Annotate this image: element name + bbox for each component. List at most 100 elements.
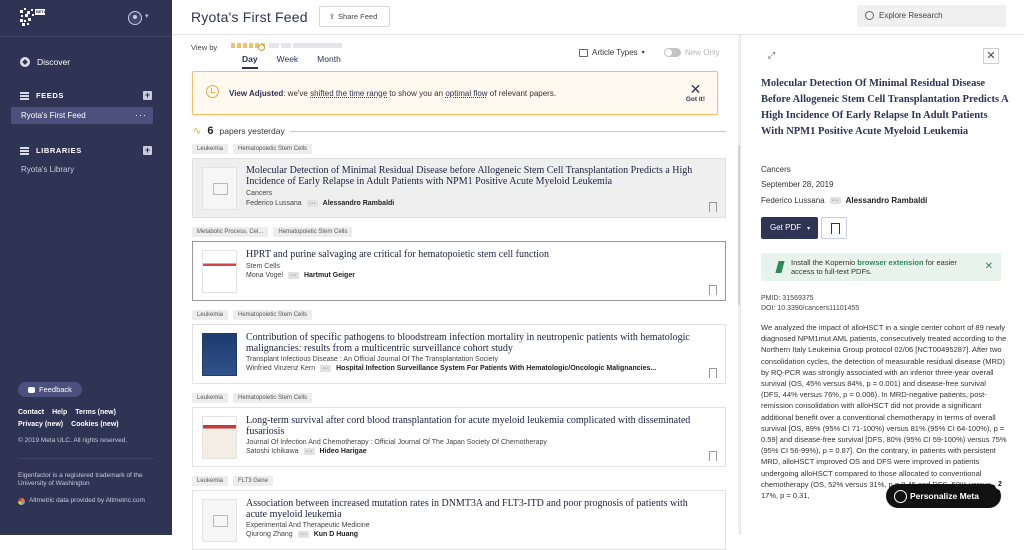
count-label: papers yesterday xyxy=(219,126,285,136)
tag[interactable]: Metabolic Process, Cel... xyxy=(192,227,269,237)
tag[interactable]: FLT3 Gene xyxy=(233,476,273,486)
author-last: Hideo Harigae xyxy=(319,448,367,455)
bookmark-icon[interactable] xyxy=(709,202,717,212)
tag[interactable]: Leukemia xyxy=(192,476,229,486)
paper-card[interactable]: Association between increased mutation r… xyxy=(192,490,726,550)
author-last: Hartmut Geiger xyxy=(303,272,355,279)
paper-title[interactable]: Molecular Detection of Minimal Residual … xyxy=(246,165,711,187)
tag[interactable]: Hematopoietic Stem Cells xyxy=(233,144,313,154)
author-first: Winfried Vinzenz Kern xyxy=(246,365,316,372)
feed-options-icon[interactable]: ··· xyxy=(135,107,147,124)
add-feed-button[interactable]: + xyxy=(143,91,152,100)
add-library-button[interactable]: + xyxy=(143,146,152,155)
view-by-label: View by xyxy=(191,43,218,52)
dismiss-alert-button[interactable]: ✕ Got it! xyxy=(686,82,705,103)
tab-month[interactable]: Month xyxy=(317,54,341,69)
chevron-down-icon: ▾ xyxy=(641,50,645,56)
browser-extension-link[interactable]: browser extension xyxy=(857,258,923,267)
page-title: Ryota's First Feed xyxy=(191,9,308,25)
paper-detail-panel: ⤢ ✕ Molecular Detection Of Minimal Resid… xyxy=(740,35,1024,535)
kopernio-icon xyxy=(775,261,785,273)
close-panel-button[interactable]: ✕ xyxy=(983,48,999,64)
paper-title[interactable]: Association between increased mutation r… xyxy=(246,498,711,520)
bookmark-icon[interactable] xyxy=(709,451,717,461)
alert-link-optimal-flow[interactable]: optimal flow xyxy=(445,89,487,98)
new-only-toggle[interactable] xyxy=(664,48,681,57)
count-number: 6 xyxy=(207,125,214,137)
help-link[interactable]: Help xyxy=(52,409,67,416)
search-input[interactable]: Explore Research xyxy=(857,5,1006,27)
paper-authors: Winfried Vinzenz Kern ··· Hospital Infec… xyxy=(246,365,656,372)
alert-text: : we've xyxy=(283,89,311,98)
article-types-dropdown[interactable]: Article Types ▾ xyxy=(579,48,645,57)
slider-handle[interactable] xyxy=(258,44,265,51)
tag[interactable]: Leukemia xyxy=(192,310,229,320)
more-authors-icon[interactable]: ··· xyxy=(306,200,318,207)
more-authors-icon[interactable]: ··· xyxy=(829,197,841,204)
tag-row: Metabolic Process, Cel... Hematopoietic … xyxy=(192,227,353,237)
tag[interactable]: Leukemia xyxy=(192,393,229,403)
alert-text: of relevant papers. xyxy=(487,89,557,98)
author-last: Alessandro Rambaldi xyxy=(322,200,395,207)
article-types-icon xyxy=(579,48,588,57)
trademark-note: Eigenfactor is a registered trademark of… xyxy=(18,472,143,487)
paper-title[interactable]: Long-term survival after cord blood tran… xyxy=(246,415,711,437)
personalize-meta-button[interactable]: Personalize Meta xyxy=(886,484,1001,508)
tab-week[interactable]: Week xyxy=(277,54,299,69)
tag-row: Leukemia Hematopoietic Stem Cells xyxy=(192,310,313,320)
paper-title[interactable]: Contribution of specific pathogens to bl… xyxy=(246,332,711,354)
share-feed-button[interactable]: ⇪ Share Feed xyxy=(319,6,390,27)
more-authors-icon[interactable]: ··· xyxy=(287,272,299,279)
terms-link[interactable]: Terms (new) xyxy=(75,409,116,416)
nav-discover[interactable]: Discover xyxy=(20,57,70,67)
paper-journal: Stem Cells xyxy=(246,263,280,270)
author-first: Satoshi Ichikawa xyxy=(246,448,299,455)
share-label: Share Feed xyxy=(338,12,378,21)
privacy-link[interactable]: Privacy (new) xyxy=(18,421,63,428)
paper-card[interactable]: HPRT and purine salvaging are critical f… xyxy=(192,241,726,301)
expand-icon[interactable]: ⤢ xyxy=(765,49,778,62)
author-last: Alessandro Rambaldi xyxy=(845,196,928,205)
compass-icon xyxy=(20,57,30,67)
more-authors-icon[interactable]: ··· xyxy=(320,365,332,372)
bookmark-button[interactable] xyxy=(821,217,847,239)
doi[interactable]: DOI: 10.3390/cancers11101455 xyxy=(761,304,859,314)
get-pdf-button[interactable]: Get PDF ▾ xyxy=(761,217,818,239)
chevron-down-icon[interactable]: ▾ xyxy=(145,12,149,20)
detail-date: September 28, 2019 xyxy=(761,180,834,189)
tag[interactable]: Hematopoietic Stem Cells xyxy=(233,310,313,320)
feedback-button[interactable]: Feedback xyxy=(18,382,82,397)
time-slider[interactable] xyxy=(231,43,342,48)
close-icon[interactable]: ✕ xyxy=(985,261,993,272)
copyright: © 2019 Meta ULC. All rights reserved. xyxy=(18,437,128,444)
tab-day[interactable]: Day xyxy=(242,54,258,69)
libraries-header-label: LIBRARIES xyxy=(36,146,82,155)
detail-authors: Federico Lussana ··· Alessandro Rambaldi xyxy=(761,196,927,205)
paper-authors: Mona Vogel ··· Hartmut Geiger xyxy=(246,272,355,279)
alert-link-time-range[interactable]: shifted the time range xyxy=(310,89,387,98)
user-avatar[interactable] xyxy=(128,11,142,25)
paper-journal: Transplant Infectious Disease : An Offic… xyxy=(246,356,499,363)
author-first: Mona Vogel xyxy=(246,272,283,279)
tag-row: Leukemia Hematopoietic Stem Cells xyxy=(192,393,313,403)
view-adjusted-alert: View Adjusted: we've shifted the time ra… xyxy=(192,71,718,115)
bookmark-icon[interactable] xyxy=(709,368,717,378)
close-icon: ✕ xyxy=(689,81,702,97)
contact-link[interactable]: Contact xyxy=(18,409,44,416)
more-authors-icon[interactable]: ··· xyxy=(303,448,315,455)
sidebar-item-library[interactable]: Ryota's Library xyxy=(21,165,74,174)
cookies-link[interactable]: Cookies (new) xyxy=(71,421,118,428)
altmetric-note: Altmetric data provided by Altmetric.com xyxy=(18,497,145,505)
tag[interactable]: Hematopoietic Stem Cells xyxy=(273,227,353,237)
bookmark-icon[interactable] xyxy=(709,285,717,295)
feedback-label: Feedback xyxy=(39,385,72,394)
tag[interactable]: Leukemia xyxy=(192,144,229,154)
paper-card[interactable]: Contribution of specific pathogens to bl… xyxy=(192,324,726,384)
sidebar-item-feed[interactable]: Ryota's First Feed ··· xyxy=(11,107,153,124)
share-icon: ⇪ xyxy=(328,12,336,21)
tag[interactable]: Hematopoietic Stem Cells xyxy=(233,393,313,403)
paper-card[interactable]: Molecular Detection of Minimal Residual … xyxy=(192,158,726,218)
paper-thumbnail xyxy=(202,499,237,542)
paper-card[interactable]: Long-term survival after cord blood tran… xyxy=(192,407,726,467)
paper-title[interactable]: HPRT and purine salvaging are critical f… xyxy=(246,249,711,261)
